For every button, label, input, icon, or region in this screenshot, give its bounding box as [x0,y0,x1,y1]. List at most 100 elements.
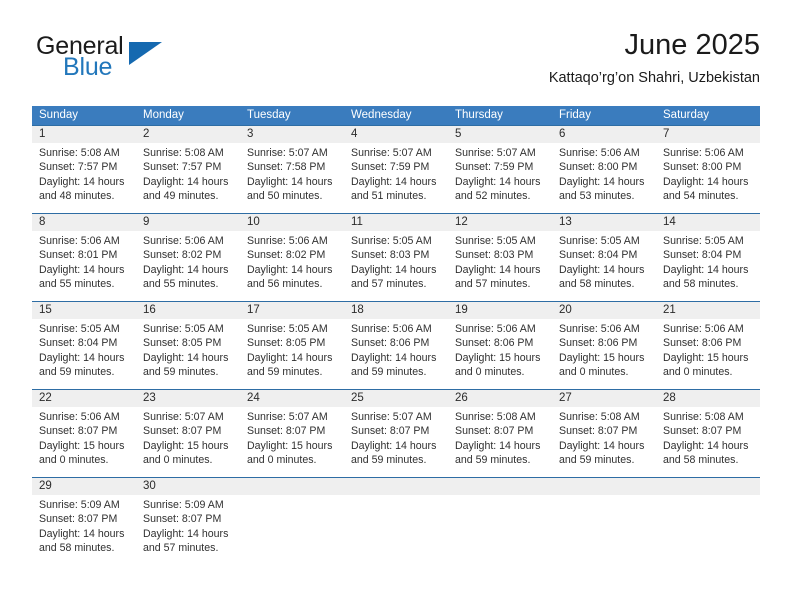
day-cell[interactable]: Sunrise: 5:05 AM Sunset: 8:04 PM Dayligh… [32,319,136,389]
day-cell[interactable]: Sunrise: 5:09 AM Sunset: 8:07 PM Dayligh… [136,495,240,565]
day-cell[interactable]: Sunrise: 5:08 AM Sunset: 7:57 PM Dayligh… [32,143,136,213]
daylight-text-line1: Daylight: 15 hours [455,351,541,364]
daylight-text-line1: Daylight: 14 hours [143,263,229,276]
day-cell[interactable]: Sunrise: 5:06 AM Sunset: 8:02 PM Dayligh… [136,231,240,301]
day-cell[interactable]: Sunrise: 5:07 AM Sunset: 7:59 PM Dayligh… [344,143,448,213]
day-number[interactable]: 29 [32,478,136,495]
daylight-text-line2: and 58 minutes. [559,278,635,291]
daylight-text-line2: and 58 minutes. [663,454,739,467]
day-number[interactable]: 24 [240,390,344,407]
day-cell[interactable]: Sunrise: 5:08 AM Sunset: 8:07 PM Dayligh… [552,407,656,477]
week-daynumber-band: 1 2 3 4 5 6 7 [32,126,760,143]
day-cell[interactable]: Sunrise: 5:07 AM Sunset: 7:59 PM Dayligh… [448,143,552,213]
sunset-text: Sunset: 8:04 PM [663,249,742,262]
weekday-header-monday: Monday [143,109,184,121]
general-blue-logo[interactable]: General Blue [36,32,226,88]
sunrise-text: Sunrise: 5:07 AM [247,147,328,159]
daylight-text-line2: and 0 minutes. [39,454,109,467]
day-cell[interactable]: Sunrise: 5:06 AM Sunset: 8:00 PM Dayligh… [552,143,656,213]
day-number[interactable]: 16 [136,302,240,319]
day-number[interactable]: 2 [136,126,240,143]
day-number[interactable]: 12 [448,214,552,231]
daylight-text-line1: Daylight: 14 hours [39,527,125,540]
sunrise-text: Sunrise: 5:06 AM [559,323,640,335]
day-number[interactable]: 19 [448,302,552,319]
day-number[interactable]: 23 [136,390,240,407]
weekday-header-thursday: Thursday [455,109,503,121]
daylight-text-line1: Daylight: 14 hours [455,263,541,276]
day-number[interactable]: 9 [136,214,240,231]
daylight-text-line2: and 48 minutes. [39,190,115,203]
day-number[interactable]: 4 [344,126,448,143]
day-cell[interactable]: Sunrise: 5:06 AM Sunset: 8:01 PM Dayligh… [32,231,136,301]
day-cell[interactable]: Sunrise: 5:09 AM Sunset: 8:07 PM Dayligh… [32,495,136,565]
sunrise-text: Sunrise: 5:08 AM [455,411,536,423]
day-cell[interactable]: Sunrise: 5:07 AM Sunset: 8:07 PM Dayligh… [240,407,344,477]
day-cell[interactable]: Sunrise: 5:08 AM Sunset: 8:07 PM Dayligh… [656,407,760,477]
day-cell[interactable]: Sunrise: 5:05 AM Sunset: 8:05 PM Dayligh… [240,319,344,389]
day-number[interactable]: 22 [32,390,136,407]
day-cell[interactable]: Sunrise: 5:06 AM Sunset: 8:00 PM Dayligh… [656,143,760,213]
day-number[interactable]: 1 [32,126,136,143]
day-number[interactable]: 3 [240,126,344,143]
day-number[interactable]: 30 [136,478,240,495]
day-number[interactable]: 11 [344,214,448,231]
daylight-text-line1: Daylight: 14 hours [39,263,125,276]
daylight-text-line1: Daylight: 14 hours [143,527,229,540]
day-cell[interactable]: Sunrise: 5:08 AM Sunset: 7:57 PM Dayligh… [136,143,240,213]
week-row: 1 2 3 4 5 6 7 Sunrise: 5:08 AM Sunset: 7… [32,125,760,213]
day-cell[interactable]: Sunrise: 5:05 AM Sunset: 8:05 PM Dayligh… [136,319,240,389]
day-number[interactable]: 6 [552,126,656,143]
daylight-text-line1: Daylight: 14 hours [143,351,229,364]
day-number[interactable]: 8 [32,214,136,231]
day-cell[interactable]: Sunrise: 5:06 AM Sunset: 8:07 PM Dayligh… [32,407,136,477]
day-number[interactable]: 20 [552,302,656,319]
day-number[interactable]: 21 [656,302,760,319]
day-number[interactable]: 27 [552,390,656,407]
daylight-text-line1: Daylight: 14 hours [247,263,333,276]
day-cell[interactable]: Sunrise: 5:08 AM Sunset: 8:07 PM Dayligh… [448,407,552,477]
daylight-text-line2: and 59 minutes. [247,366,323,379]
daylight-text-line1: Daylight: 14 hours [559,263,645,276]
day-number[interactable]: 14 [656,214,760,231]
sunrise-text: Sunrise: 5:07 AM [455,147,536,159]
day-number[interactable]: 13 [552,214,656,231]
sunrise-text: Sunrise: 5:09 AM [143,499,224,511]
week-detail-band: Sunrise: 5:08 AM Sunset: 7:57 PM Dayligh… [32,143,760,213]
day-number[interactable]: 28 [656,390,760,407]
daylight-text-line2: and 59 minutes. [455,454,531,467]
weekday-header-saturday: Saturday [663,109,710,121]
daylight-text-line2: and 53 minutes. [559,190,635,203]
daylight-text-line1: Daylight: 14 hours [455,175,541,188]
day-cell-empty [656,495,760,565]
day-number[interactable]: 26 [448,390,552,407]
day-number[interactable]: 18 [344,302,448,319]
sunrise-text: Sunrise: 5:05 AM [455,235,536,247]
week-detail-band: Sunrise: 5:05 AM Sunset: 8:04 PM Dayligh… [32,319,760,389]
sunset-text: Sunset: 8:02 PM [247,249,326,262]
day-cell[interactable]: Sunrise: 5:05 AM Sunset: 8:04 PM Dayligh… [656,231,760,301]
day-cell[interactable]: Sunrise: 5:06 AM Sunset: 8:06 PM Dayligh… [656,319,760,389]
day-number[interactable]: 5 [448,126,552,143]
day-cell-empty [240,495,344,565]
day-cell[interactable]: Sunrise: 5:07 AM Sunset: 8:07 PM Dayligh… [344,407,448,477]
daylight-text-line2: and 59 minutes. [559,454,635,467]
day-cell[interactable]: Sunrise: 5:06 AM Sunset: 8:02 PM Dayligh… [240,231,344,301]
day-cell[interactable]: Sunrise: 5:05 AM Sunset: 8:03 PM Dayligh… [448,231,552,301]
day-number[interactable]: 10 [240,214,344,231]
day-number[interactable]: 7 [656,126,760,143]
week-detail-band: Sunrise: 5:06 AM Sunset: 8:01 PM Dayligh… [32,231,760,301]
day-number[interactable]: 25 [344,390,448,407]
day-cell[interactable]: Sunrise: 5:06 AM Sunset: 8:06 PM Dayligh… [344,319,448,389]
day-number[interactable]: 17 [240,302,344,319]
day-cell[interactable]: Sunrise: 5:05 AM Sunset: 8:04 PM Dayligh… [552,231,656,301]
day-cell[interactable]: Sunrise: 5:06 AM Sunset: 8:06 PM Dayligh… [552,319,656,389]
day-cell[interactable]: Sunrise: 5:05 AM Sunset: 8:03 PM Dayligh… [344,231,448,301]
day-cell[interactable]: Sunrise: 5:07 AM Sunset: 7:58 PM Dayligh… [240,143,344,213]
day-cell[interactable]: Sunrise: 5:07 AM Sunset: 8:07 PM Dayligh… [136,407,240,477]
day-number[interactable]: 15 [32,302,136,319]
sunset-text: Sunset: 8:06 PM [559,337,638,350]
day-cell[interactable]: Sunrise: 5:06 AM Sunset: 8:06 PM Dayligh… [448,319,552,389]
daylight-text-line2: and 57 minutes. [455,278,531,291]
week-daynumber-band: 29 30 [32,478,760,495]
